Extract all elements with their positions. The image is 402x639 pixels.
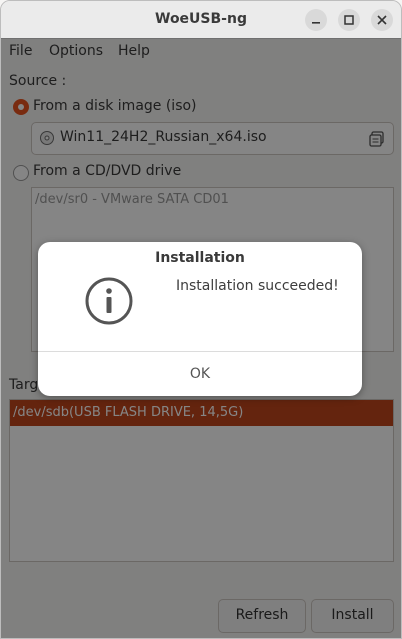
maximize-button[interactable] — [338, 9, 360, 31]
maximize-icon — [344, 15, 354, 25]
info-icon — [85, 277, 133, 325]
minimize-button[interactable] — [305, 9, 327, 31]
close-button[interactable] — [371, 9, 393, 31]
dialog-message: Installation succeeded! — [176, 278, 339, 294]
title-bar[interactable]: WoeUSB-ng — [1, 1, 401, 39]
ok-button[interactable]: OK — [38, 352, 362, 396]
close-icon — [377, 15, 387, 25]
minimize-icon — [312, 22, 320, 24]
dialog-title: Installation — [155, 250, 245, 266]
installation-dialog: Installation Installation succeeded! OK — [38, 242, 362, 396]
